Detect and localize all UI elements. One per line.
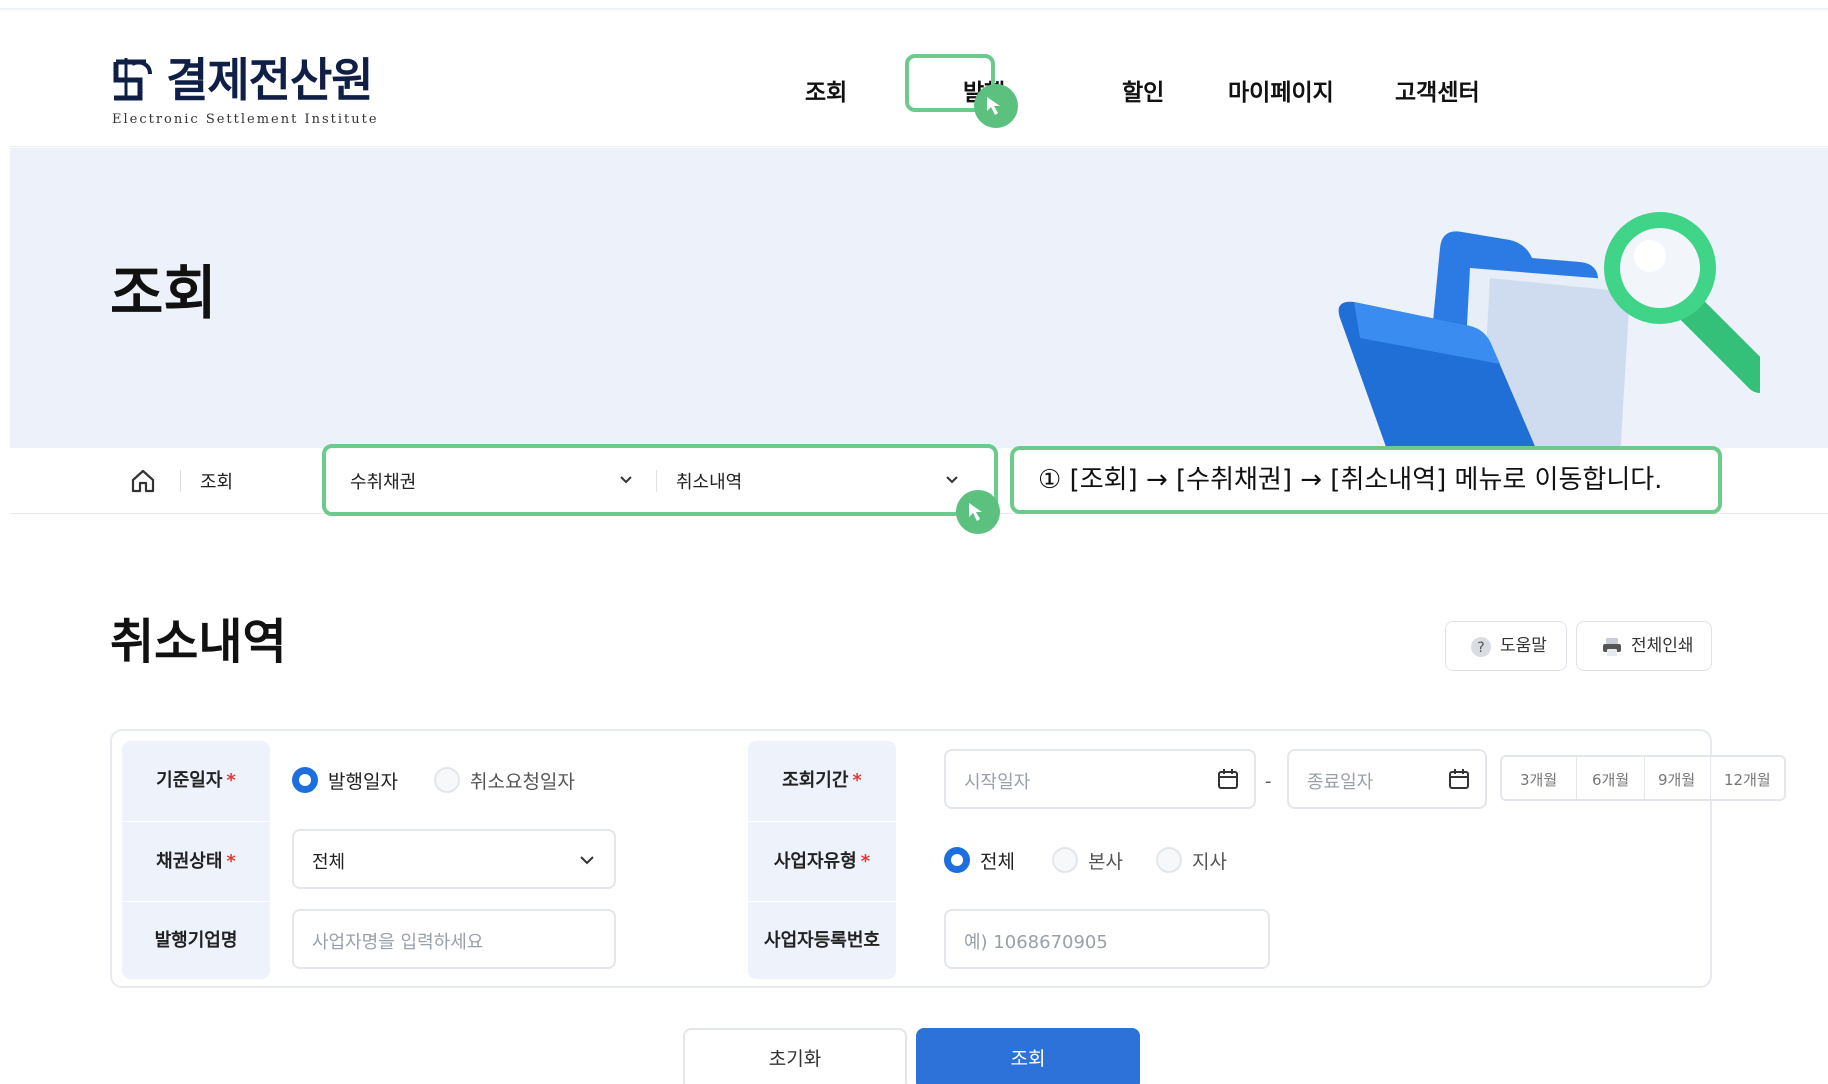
radio-cancel-request-date-label[interactable]: 취소요청일자 (470, 767, 575, 794)
site-logo[interactable]: 결제전산원 Electronic Settlement Institute (110, 50, 430, 130)
reg-number-label: 사업자등록번호 (748, 901, 896, 979)
radio-biz-branch[interactable] (1156, 847, 1182, 873)
help-icon: ? (1471, 637, 1491, 657)
period-3m-button[interactable]: 3개월 (1520, 769, 1557, 790)
cursor-pointer-icon (956, 490, 1000, 534)
breadcrumb-current[interactable]: 조회 (200, 468, 233, 494)
period-label: 조회기간 * (748, 741, 896, 821)
page-title: 취소내역 (110, 614, 287, 670)
logo-name: 결제전산원 (166, 53, 374, 107)
cursor-pointer-icon (974, 84, 1018, 128)
radio-cancel-request-date[interactable] (434, 767, 460, 793)
radio-biz-all-label[interactable]: 전체 (980, 847, 1015, 874)
help-button[interactable]: ? 도움말 (1445, 621, 1567, 671)
period-shortcut-group: 3개월 6개월 9개월 12개월 (1500, 755, 1786, 801)
calendar-icon[interactable] (1216, 767, 1240, 791)
company-name-field[interactable]: 사업자명을 입력하세요 (292, 909, 616, 969)
nav-mypage[interactable]: 마이페이지 (1228, 76, 1334, 110)
search-button[interactable]: 조회 (916, 1028, 1140, 1084)
chevron-down-icon[interactable] (944, 474, 960, 486)
nav-customer-center[interactable]: 고객센터 (1395, 76, 1480, 110)
nav-inquiry[interactable]: 조회 (805, 76, 847, 110)
date-range-dash: - (1265, 771, 1272, 792)
home-icon[interactable] (130, 468, 156, 494)
radio-biz-all[interactable] (944, 847, 970, 873)
start-date-placeholder: 시작일자 (964, 772, 1031, 793)
printer-icon (1603, 638, 1621, 656)
company-name-label: 발행기업명 (122, 901, 270, 979)
radio-issue-date[interactable] (292, 767, 318, 793)
radio-biz-head-label[interactable]: 본사 (1088, 847, 1123, 874)
biz-type-label: 사업자유형 * (748, 821, 896, 901)
nav-discount[interactable]: 할인 (1122, 76, 1164, 110)
company-name-placeholder: 사업자명을 입력하세요 (312, 932, 484, 953)
end-date-placeholder: 종료일자 (1307, 772, 1374, 793)
chevron-down-icon[interactable] (578, 853, 596, 867)
period-6m-button[interactable]: 6개월 (1592, 769, 1629, 790)
end-date-field[interactable]: 종료일자 (1287, 749, 1487, 809)
banner-title: 조회 (110, 259, 217, 327)
breadcrumb-dropdown-menu[interactable]: 취소내역 (676, 468, 742, 494)
breadcrumb-dropdown-category[interactable]: 수취채권 (350, 468, 416, 494)
breadcrumb-highlight-box (322, 444, 998, 516)
start-date-field[interactable]: 시작일자 (944, 749, 1256, 809)
folder-search-icon (1338, 212, 1760, 448)
status-label: 채권상태 * (122, 821, 270, 901)
print-all-label: 전체인쇄 (1631, 636, 1694, 656)
reset-button[interactable]: 초기화 (683, 1028, 907, 1084)
base-date-label: 기준일자 * (122, 741, 270, 821)
instruction-callout: ① [조회] → [수취채권] → [취소내역] 메뉴로 이동합니다. (1010, 446, 1722, 514)
reg-number-field[interactable]: 예) 1068670905 (944, 909, 1270, 969)
chevron-down-icon[interactable] (618, 474, 634, 486)
print-all-button[interactable]: 전체인쇄 (1576, 621, 1712, 671)
status-select[interactable]: 전체 (292, 829, 616, 889)
period-12m-button[interactable]: 12개월 (1724, 769, 1771, 790)
radio-biz-branch-label[interactable]: 지사 (1192, 847, 1227, 874)
help-label: 도움말 (1500, 636, 1547, 656)
breadcrumb-separator (180, 470, 181, 492)
logo-subtitle: Electronic Settlement Institute (112, 112, 379, 127)
radio-biz-head[interactable] (1052, 847, 1078, 873)
calendar-icon[interactable] (1447, 767, 1471, 791)
radio-issue-date-label[interactable]: 발행일자 (328, 767, 398, 794)
page-banner: 조회 (10, 148, 1828, 448)
search-form: 기준일자 * 발행일자 취소요청일자 조회기간 * 시작일자 - 종료일자 3개월 … (110, 729, 1786, 988)
period-9m-button[interactable]: 9개월 (1658, 769, 1695, 790)
status-select-value: 전체 (312, 852, 346, 873)
reg-number-placeholder: 예) 1068670905 (964, 932, 1108, 953)
logo-mark-icon (113, 58, 152, 101)
svg-text:?: ? (1477, 640, 1484, 656)
breadcrumb-divider (656, 470, 657, 492)
